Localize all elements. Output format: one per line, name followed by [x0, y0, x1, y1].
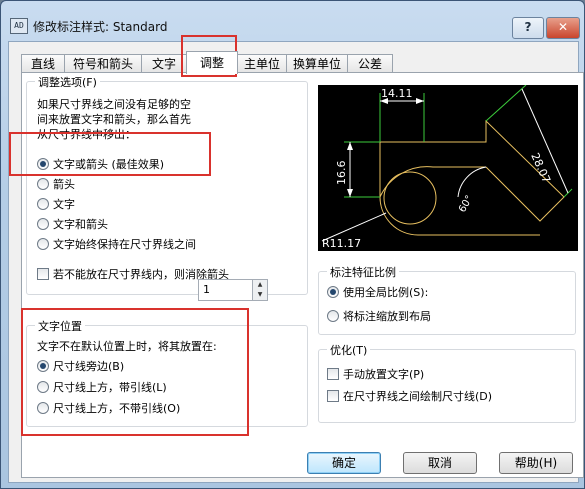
fit-options-title: 调整选项(F) [35, 74, 100, 90]
part-arc-profile [379, 166, 540, 236]
radio-always-keep-label[interactable]: 文字始终保持在尺寸界线之间 [53, 236, 196, 252]
manual-place-text-checkbox[interactable] [327, 368, 339, 380]
radio-both-label[interactable]: 文字和箭头 [53, 216, 108, 232]
draw-dim-line-between-checkbox[interactable] [327, 390, 339, 402]
title-bar[interactable]: AD 修改标注样式: Standard ? ✕ [1, 1, 584, 41]
dimension-text-radius: R11.17 [322, 237, 361, 250]
arrowhead [347, 142, 353, 150]
scale-group: 标注特征比例 使用全局比例(S): 将标注缩放到布局 [318, 264, 576, 335]
fit-options-group: 调整选项(F) 如果尺寸界线之间没有足够的空 间来放置文字和箭头，那么首先 从尺… [26, 74, 308, 295]
suppress-arrows-checkbox[interactable] [37, 268, 49, 280]
close-icon: ✕ [557, 20, 569, 34]
arrowhead [416, 98, 424, 104]
manual-place-text-label[interactable]: 手动放置文字(P) [343, 366, 424, 382]
spin-up-icon[interactable]: ▲ [253, 280, 267, 290]
draw-dim-line-between-label[interactable]: 在尺寸界线之间绘制尺寸线(D) [343, 388, 492, 404]
dimension-text-left: 16.6 [335, 161, 348, 186]
radio-arrows-label[interactable]: 箭头 [53, 176, 75, 192]
dimension-text-right: 28.07 [528, 151, 553, 185]
tab-tolerances[interactable]: 公差 [347, 54, 393, 73]
spin-down-icon[interactable]: ▼ [253, 290, 267, 300]
ok-button[interactable]: 确定 [307, 452, 381, 474]
radio-text[interactable] [37, 198, 49, 210]
fit-description-line-2: 间来放置文字和箭头，那么首先 [37, 113, 191, 126]
radio-text-label[interactable]: 文字 [53, 196, 75, 212]
help-title-button[interactable]: ? [512, 17, 544, 39]
spinner-buttons: ▲ ▼ [252, 280, 267, 300]
cancel-button[interactable]: 取消 [403, 452, 477, 474]
radio-both-text-and-arrows[interactable] [37, 218, 49, 230]
overall-scale-value[interactable]: 1 [203, 283, 210, 296]
overall-scale-spinner[interactable]: 1 ▲ ▼ [198, 279, 268, 301]
fine-tuning-group: 优化(T) 手动放置文字(P) 在尺寸界线之间绘制尺寸线(D) [318, 342, 576, 423]
dimension-text-top: 14.11 [381, 87, 413, 100]
tab-fit[interactable]: 调整 [186, 51, 238, 74]
dimension-text-angle: 60° [457, 194, 475, 215]
highlight-box-best-fit [9, 132, 211, 176]
angle-arc [457, 166, 487, 198]
part-hole [383, 171, 437, 225]
tab-lines[interactable]: 直线 [21, 54, 65, 73]
tab-symbols-arrows[interactable]: 符号和箭头 [64, 54, 142, 73]
extension-line [485, 84, 527, 122]
help-button[interactable]: 帮助(H) [499, 452, 573, 474]
scale-title: 标注特征比例 [327, 264, 399, 280]
preview-drawing: 14.11 16.6 28.07 60° R11.17 [321, 84, 573, 250]
close-button[interactable]: ✕ [546, 17, 580, 39]
fine-tuning-title: 优化(T) [327, 342, 371, 358]
arrowhead [347, 189, 353, 197]
radio-scale-to-layout[interactable] [327, 310, 339, 322]
tab-primary-units[interactable]: 主单位 [237, 54, 287, 73]
highlight-box-text-placement [21, 308, 249, 436]
radio-arrows[interactable] [37, 178, 49, 190]
radio-scale-to-layout-label[interactable]: 将标注缩放到布局 [343, 308, 431, 324]
radio-always-keep-text-between[interactable] [37, 238, 49, 250]
tab-alternate-units[interactable]: 换算单位 [286, 54, 348, 73]
fit-description-line-1: 如果尺寸界线之间没有足够的空 [37, 98, 191, 111]
radio-use-overall-scale-label[interactable]: 使用全局比例(S): [343, 284, 428, 300]
preview-canvas: 14.11 16.6 28.07 60° R11.17 [318, 84, 578, 251]
autocad-app-icon: AD [10, 18, 28, 34]
radio-use-overall-scale[interactable] [327, 286, 339, 298]
window-title: 修改标注样式: Standard [33, 20, 168, 34]
